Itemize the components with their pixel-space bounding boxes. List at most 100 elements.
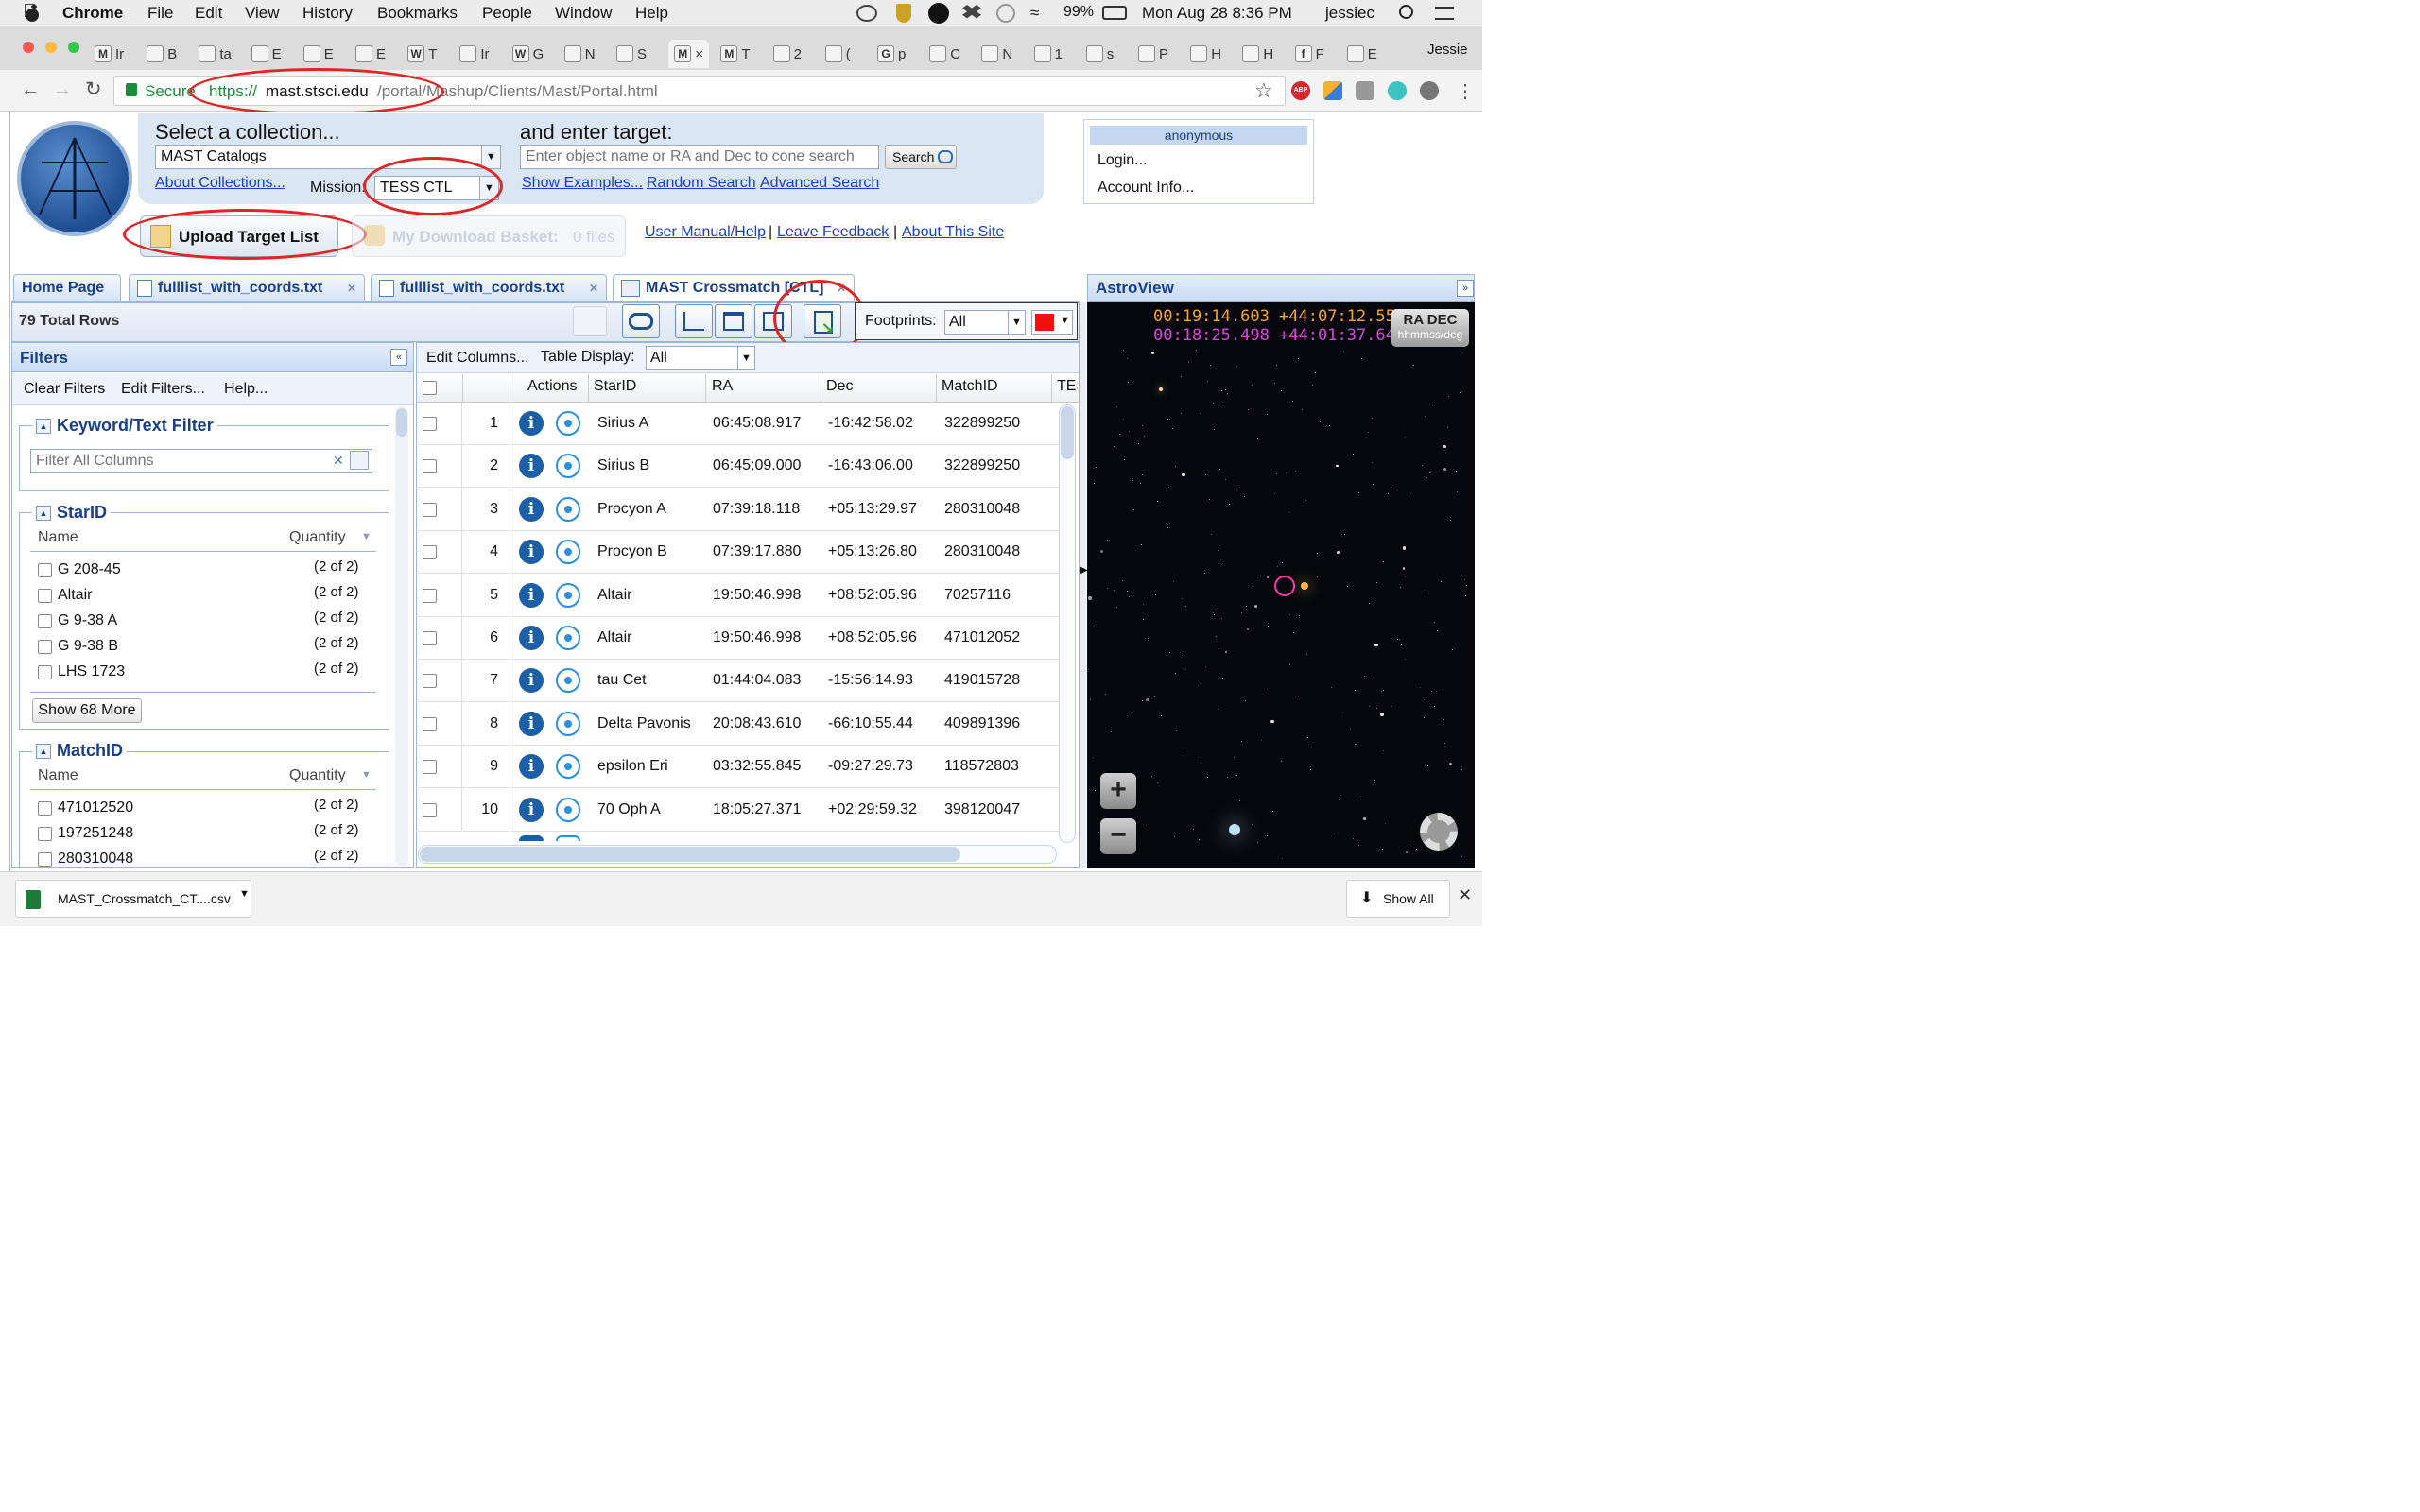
browser-tab[interactable]: N [981,40,1012,68]
filters-scrollbar[interactable] [395,406,408,866]
battery-icon[interactable] [1102,6,1127,20]
about-collections-link[interactable]: About Collections... [155,175,285,192]
footprints-select[interactable]: All ▼ [944,310,1026,335]
filter-checkbox[interactable] [38,613,52,628]
info-icon[interactable]: i [519,582,544,608]
target-marker[interactable] [1274,576,1295,596]
advanced-search-link[interactable]: Advanced Search [760,175,879,192]
info-icon[interactable]: i [519,496,544,522]
info-icon[interactable]: i [519,454,544,479]
edit-columns-button[interactable]: Edit Columns... [426,350,528,367]
column-header-ra[interactable]: RA [712,378,733,395]
account-info-link[interactable]: Account Info... [1098,180,1194,197]
close-tab-icon[interactable]: ✕ [589,282,598,295]
table-row[interactable]: 3 i Procyon A 07:39:18.118 +05:13:29.97 28031… [416,489,1059,531]
extension-icon-3[interactable] [1356,81,1374,100]
column-header-dec[interactable]: Dec [826,378,853,395]
menu-help[interactable]: Help [635,4,668,23]
table-row[interactable]: 4 i Procyon B 07:39:17.880 +05:13:26.80 28031… [416,531,1059,575]
info-icon[interactable]: i [519,668,544,694]
target-icon[interactable] [556,797,580,822]
back-arrow-icon[interactable]: ← [21,79,40,101]
target-icon[interactable] [556,582,580,608]
filter-checkbox[interactable] [38,800,52,816]
user-manual-link[interactable]: User Manual/Help [645,224,766,241]
target-icon[interactable] [556,626,580,650]
user-menu[interactable]: jessiec [1325,4,1374,23]
target-icon[interactable] [556,454,580,479]
sort-down-icon[interactable]: ▼ [361,531,372,542]
browser-tab[interactable]: P [1138,40,1168,68]
table-row[interactable]: 1 i Sirius A 06:45:08.917 -16:42:58.02 322899… [416,403,1059,445]
notification-center-icon[interactable] [1435,7,1454,20]
browser-tab[interactable]: s [1085,40,1114,68]
adblock-extension-icon[interactable]: ABP [1291,81,1310,100]
info-icon[interactable]: i [519,797,544,822]
settings-gear-icon[interactable] [1420,813,1458,850]
wifi-icon[interactable]: ≈ [1030,4,1039,23]
target-icon[interactable] [556,411,580,436]
filter-item[interactable]: G 9-38 A [38,612,117,629]
browser-tab[interactable]: H [1190,40,1221,68]
clear-input-icon[interactable]: ✕ [333,453,344,469]
table-row[interactable]: 2 i Sirius B 06:45:09.000 -16:43:06.00 322899… [416,445,1059,489]
shield-icon[interactable] [896,4,911,23]
filter-item[interactable]: LHS 1723 [38,663,125,680]
menu-bookmarks[interactable]: Bookmarks [377,4,458,23]
zoom-window-button[interactable] [68,42,79,53]
apple-logo-icon[interactable] [23,4,42,23]
chrome-menu-icon[interactable]: ⋮ [1456,79,1475,103]
expand-panel-icon[interactable]: » [1457,280,1474,297]
column-header-actions[interactable]: Actions [527,378,577,395]
browser-tab[interactable]: S [616,40,647,68]
browser-tab[interactable]: N [563,40,596,68]
show-all-downloads-button[interactable]: ⬇ Show All [1346,880,1450,918]
random-search-link[interactable]: Random Search [647,175,756,192]
table-row[interactable]: 5 i Altair 19:50:46.998 +08:52:05.96 70257116 [416,575,1059,617]
leave-feedback-link[interactable]: Leave Feedback [777,224,889,241]
quantity-column-header[interactable]: Quantity [289,529,346,546]
chevron-down-icon[interactable]: ▼ [1008,311,1025,334]
browser-tab[interactable]: E [251,40,282,68]
close-tab-icon[interactable]: ✕ [347,282,356,295]
download-options-icon[interactable]: ▼ [239,888,250,900]
browser-tab[interactable]: 1 [1033,40,1063,68]
close-downloads-icon[interactable]: ✕ [1458,885,1472,905]
menubar-app-name[interactable]: Chrome [62,4,123,23]
collapse-group-icon[interactable]: ▲ [36,418,51,434]
filter-checkbox[interactable] [38,664,52,679]
chevron-down-icon[interactable]: ▼ [737,347,754,369]
browser-tab[interactable]: M × [668,40,709,68]
grid-horizontal-thumb[interactable] [420,847,960,862]
pinterest-extension-icon[interactable] [1420,81,1439,100]
target-icon[interactable] [556,668,580,694]
login-link[interactable]: Login... [1098,152,1147,169]
filter-item[interactable]: G 208-45 [38,561,121,578]
target-icon[interactable] [556,711,580,736]
profile-name[interactable]: Jessie [1427,42,1468,58]
row-checkbox[interactable] [423,631,437,645]
tab-home-page[interactable]: Home Page [13,274,121,301]
select-all-checkbox[interactable] [423,381,437,395]
show-more-button[interactable]: Show 68 More [32,698,142,723]
collapse-group-icon[interactable]: ▲ [36,505,51,521]
collapse-panel-icon[interactable]: « [390,349,407,366]
tab-fulllist-1[interactable]: fulllist_with_coords.txt ✕ [129,274,365,301]
table-row[interactable]: 10 i 70 Oph A 18:05:27.371 +02:29:59.32 39812… [416,789,1059,832]
zoom-out-button[interactable]: − [1100,818,1136,854]
row-checkbox[interactable] [423,459,437,474]
coordinate-format-toggle[interactable]: RA DEC hhmmss/deg [1392,309,1469,347]
columns-button[interactable] [715,304,752,338]
table-row[interactable]: 9 i epsilon Eri 03:32:55.845 -09:27:29.73 118… [416,746,1059,789]
browser-tab[interactable]: WG [511,40,544,68]
browser-tab[interactable]: E [1346,40,1377,68]
filter-item[interactable]: Altair [38,587,92,604]
spotlight-icon[interactable] [1399,5,1413,19]
about-site-link[interactable]: About This Site [902,224,1004,241]
browser-tab[interactable]: B [147,40,177,68]
sky-viewer[interactable]: 00:19:14.603 +44:07:12.55 00:18:25.498 +… [1087,302,1475,868]
bookmark-star-icon[interactable]: ☆ [1254,78,1273,103]
sort-down-icon[interactable]: ▼ [361,769,372,781]
zoom-in-button[interactable]: + [1100,773,1136,809]
target-search-input[interactable] [520,145,879,169]
